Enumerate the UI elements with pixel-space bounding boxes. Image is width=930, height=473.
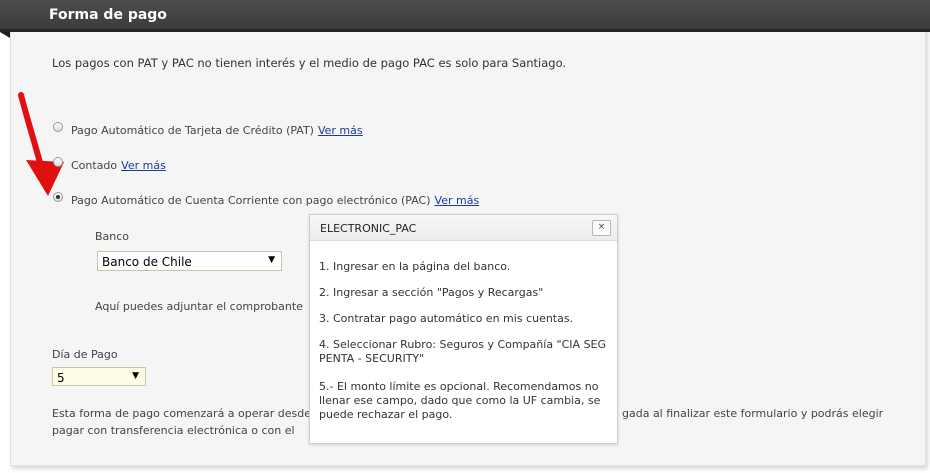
option-pat-label: Pago Automático de Tarjeta de Crédito (P… bbox=[71, 124, 314, 137]
option-contado: Contado Ver más bbox=[71, 159, 166, 172]
popup-title: ELECTRONIC_PAC bbox=[320, 222, 417, 235]
day-select-value: 5 bbox=[57, 371, 65, 385]
red-arrow-icon bbox=[18, 92, 64, 196]
option-contado-label: Contado bbox=[71, 159, 118, 172]
dropdown-caret-icon: ▼ bbox=[268, 255, 275, 265]
radio-contado[interactable] bbox=[53, 157, 63, 167]
day-label: Día de Pago bbox=[52, 348, 118, 361]
popup-step-5: 5.- El monto límite es opcional. Recomen… bbox=[319, 380, 601, 421]
popup-step-2: 2. Ingresar a sección "Pagos y Recargas" bbox=[319, 286, 544, 299]
intro-text: Los pagos con PAT y PAC no tienen interé… bbox=[52, 56, 567, 70]
ver-mas-pac-link[interactable]: Ver más bbox=[435, 194, 480, 207]
bank-label: Banco bbox=[95, 230, 130, 243]
bank-select-value: Banco de Chile bbox=[102, 255, 192, 269]
ver-mas-pat-link[interactable]: Ver más bbox=[318, 124, 363, 137]
attach-text: Aquí puedes adjuntar el comprobante bbox=[95, 300, 303, 313]
popup-header: ELECTRONIC_PAC × bbox=[310, 215, 617, 241]
pac-info-popup: ELECTRONIC_PAC × 1. Ingresar en la págin… bbox=[309, 214, 618, 444]
section-title: Forma de pago bbox=[49, 7, 167, 23]
option-pac: Pago Automático de Cuenta Corriente con … bbox=[71, 194, 479, 207]
ver-mas-contado-link[interactable]: Ver más bbox=[121, 159, 166, 172]
option-pac-label: Pago Automático de Cuenta Corriente con … bbox=[71, 194, 431, 207]
radio-pat[interactable] bbox=[53, 122, 63, 132]
dropdown-caret-icon: ▼ bbox=[132, 371, 139, 381]
day-select[interactable]: 5 ▼ bbox=[52, 367, 146, 386]
footer-line1-left: Esta forma de pago comenzará a operar de… bbox=[52, 407, 312, 420]
popup-step-4: 4. Seleccionar Rubro: Seguros y Compañía… bbox=[319, 338, 607, 365]
radio-pac[interactable] bbox=[53, 192, 63, 202]
popup-step-3: 3. Contratar pago automático en mis cuen… bbox=[319, 312, 574, 325]
header-stripe bbox=[0, 29, 930, 32]
bank-select[interactable]: Banco de Chile ▼ bbox=[97, 251, 282, 271]
footer-line2-left: pagar con transferencia electrónica o co… bbox=[52, 424, 295, 437]
close-icon[interactable]: × bbox=[592, 220, 611, 236]
option-pat: Pago Automático de Tarjeta de Crédito (P… bbox=[71, 124, 363, 137]
section-header: Forma de pago bbox=[0, 0, 930, 38]
footer-line1-right: gada al finalizar este formulario y podr… bbox=[622, 407, 884, 420]
popup-step-1: 1. Ingresar en la página del banco. bbox=[319, 260, 511, 273]
header-notch bbox=[0, 32, 10, 38]
